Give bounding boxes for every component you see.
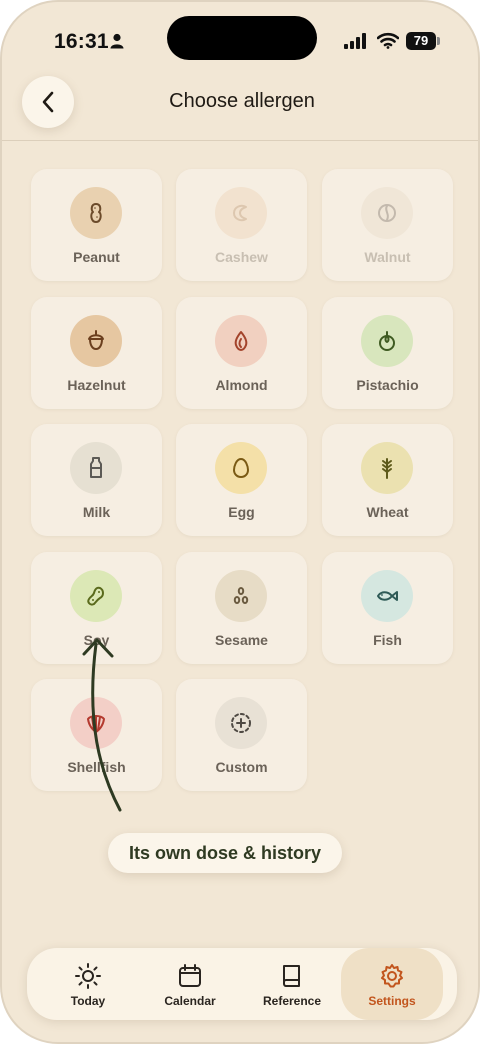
tab-reference[interactable]: Reference xyxy=(241,948,343,1020)
allergen-label: Hazelnut xyxy=(67,376,126,393)
allergen-label: Wheat xyxy=(366,504,409,520)
allergen-label: Pistachio xyxy=(356,376,419,393)
dynamic-island xyxy=(167,16,317,60)
allergen-label: Custom xyxy=(215,759,268,775)
milk-icon xyxy=(70,442,122,494)
tab-bar: Today Calendar Reference Settings xyxy=(27,948,457,1020)
allergen-tile-milk[interactable]: Milk xyxy=(31,424,162,536)
tab-calendar[interactable]: Calendar xyxy=(139,948,241,1020)
tab-label: Calendar xyxy=(164,994,216,1008)
peanut-icon xyxy=(70,187,122,239)
tab-settings[interactable]: Settings xyxy=(341,948,443,1020)
allergen-label: Peanut xyxy=(73,249,120,265)
battery-tip xyxy=(437,37,440,45)
callout-bubble: Its own dose & history xyxy=(108,833,342,873)
allergen-label: Fish xyxy=(373,631,402,648)
phone-screen: 16:31 79 Choose allergen Peanut Cashew Wal… xyxy=(0,0,480,1044)
allergen-tile-fish[interactable]: Fish xyxy=(322,551,453,664)
allergen-tile-wheat[interactable]: Wheat xyxy=(322,424,453,536)
allergen-tile-peanut[interactable]: Peanut xyxy=(31,169,162,281)
allergen-label: Cashew xyxy=(215,249,268,265)
custom-plus-icon xyxy=(215,697,267,749)
header-divider xyxy=(2,140,478,141)
sesame-icon xyxy=(215,569,267,622)
book-icon xyxy=(277,961,307,991)
fish-icon xyxy=(361,569,413,622)
tab-today[interactable]: Today xyxy=(37,948,139,1020)
tab-label: Reference xyxy=(262,994,322,1008)
tab-label: Today xyxy=(70,994,106,1008)
hazelnut-icon xyxy=(70,314,122,367)
allergen-tile-sesame[interactable]: Sesame xyxy=(176,551,307,664)
allergen-label: Sesame xyxy=(215,631,268,648)
gear-icon xyxy=(377,961,407,991)
annotation-arrow xyxy=(82,638,122,812)
page-title: Choose allergen xyxy=(169,90,315,112)
allergen-tile-egg[interactable]: Egg xyxy=(176,424,307,536)
allergen-label: Egg xyxy=(228,504,255,520)
wheat-icon xyxy=(361,442,413,494)
tab-label: Settings xyxy=(368,994,416,1008)
cashew-icon xyxy=(215,187,267,239)
sun-icon xyxy=(73,961,103,991)
allergen-label: Almond xyxy=(215,376,268,393)
cellular-signal-icon xyxy=(344,33,366,49)
wifi-icon xyxy=(377,32,399,49)
walnut-icon xyxy=(361,187,413,239)
allergen-label: Walnut xyxy=(364,249,411,265)
calendar-icon xyxy=(175,961,205,991)
allergen-tile-almond[interactable]: Almond xyxy=(176,296,307,409)
battery-indicator: 79 xyxy=(406,32,436,50)
pistachio-icon xyxy=(361,314,413,367)
allergen-tile-pistachio[interactable]: Pistachio xyxy=(322,296,453,409)
allergen-tile-walnut[interactable]: Walnut xyxy=(322,169,453,281)
allergen-tile-custom[interactable]: Custom xyxy=(176,679,307,791)
allergen-label: Milk xyxy=(82,504,111,520)
allergen-tile-cashew[interactable]: Cashew xyxy=(176,169,307,281)
almond-icon xyxy=(215,314,267,367)
status-time: 16:31 xyxy=(54,30,109,53)
person-icon xyxy=(110,33,124,49)
egg-icon xyxy=(215,442,267,494)
allergen-tile-hazelnut[interactable]: Hazelnut xyxy=(31,296,162,409)
